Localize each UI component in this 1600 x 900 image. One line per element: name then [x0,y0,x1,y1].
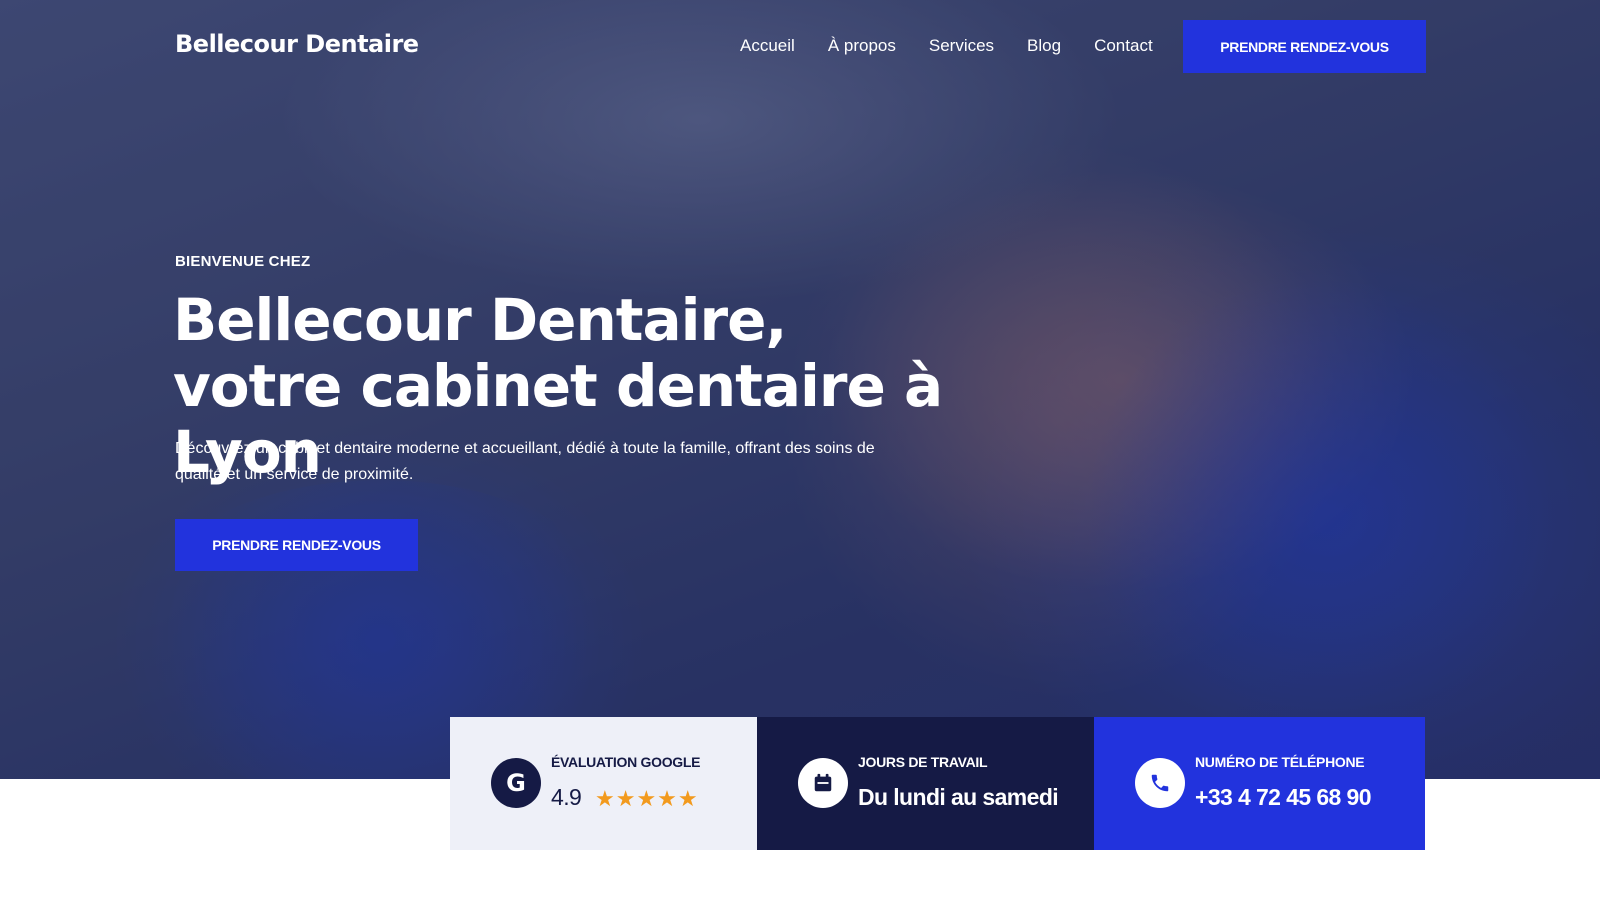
google-rating-value: 4.9 [551,784,582,810]
phone-number[interactable]: +33 4 72 45 68 90 [1195,784,1371,811]
nav-book-appointment-button[interactable]: PRENDRE RENDEZ-VOUS [1183,20,1426,73]
nav-link-blog[interactable]: Blog [1027,36,1061,56]
phone-card: NUMÉRO DE TÉLÉPHONE +33 4 72 45 68 90 [1094,717,1425,850]
calendar-icon [798,758,848,808]
nav-links: Accueil À propos Services Blog Contact [740,36,1186,56]
phone-label: NUMÉRO DE TÉLÉPHONE [1195,754,1365,770]
info-bar: G ÉVALUATION GOOGLE 4.9 ★★★★★ JOURS DE T… [450,717,1425,850]
working-days-label: JOURS DE TRAVAIL [858,754,988,770]
hero-book-appointment-button[interactable]: PRENDRE RENDEZ-VOUS [175,519,418,571]
nav-link-contact[interactable]: Contact [1094,36,1153,56]
hero-description: Découvrez un cabinet dentaire moderne et… [175,440,875,483]
rating-stars: ★★★★★ [595,787,699,812]
hero-eyebrow: BIENVENUE CHEZ [175,253,311,270]
working-days-value: Du lundi au samedi [858,784,1059,810]
main-navigation: Bellecour Dentaire Accueil À propos Serv… [0,0,1600,95]
nav-link-services[interactable]: Services [929,36,994,56]
nav-link-a-propos[interactable]: À propos [828,36,896,56]
hero-section: Bellecour Dentaire Accueil À propos Serv… [0,0,1600,779]
working-days-card: JOURS DE TRAVAIL Du lundi au samedi [757,717,1094,850]
phone-icon[interactable] [1135,758,1185,808]
google-rating-label: ÉVALUATION GOOGLE [551,754,701,770]
google-icon: G [491,758,541,808]
nav-link-accueil[interactable]: Accueil [740,36,795,56]
google-rating-card: G ÉVALUATION GOOGLE 4.9 ★★★★★ [450,717,757,850]
site-logo[interactable]: Bellecour Dentaire [175,30,419,58]
